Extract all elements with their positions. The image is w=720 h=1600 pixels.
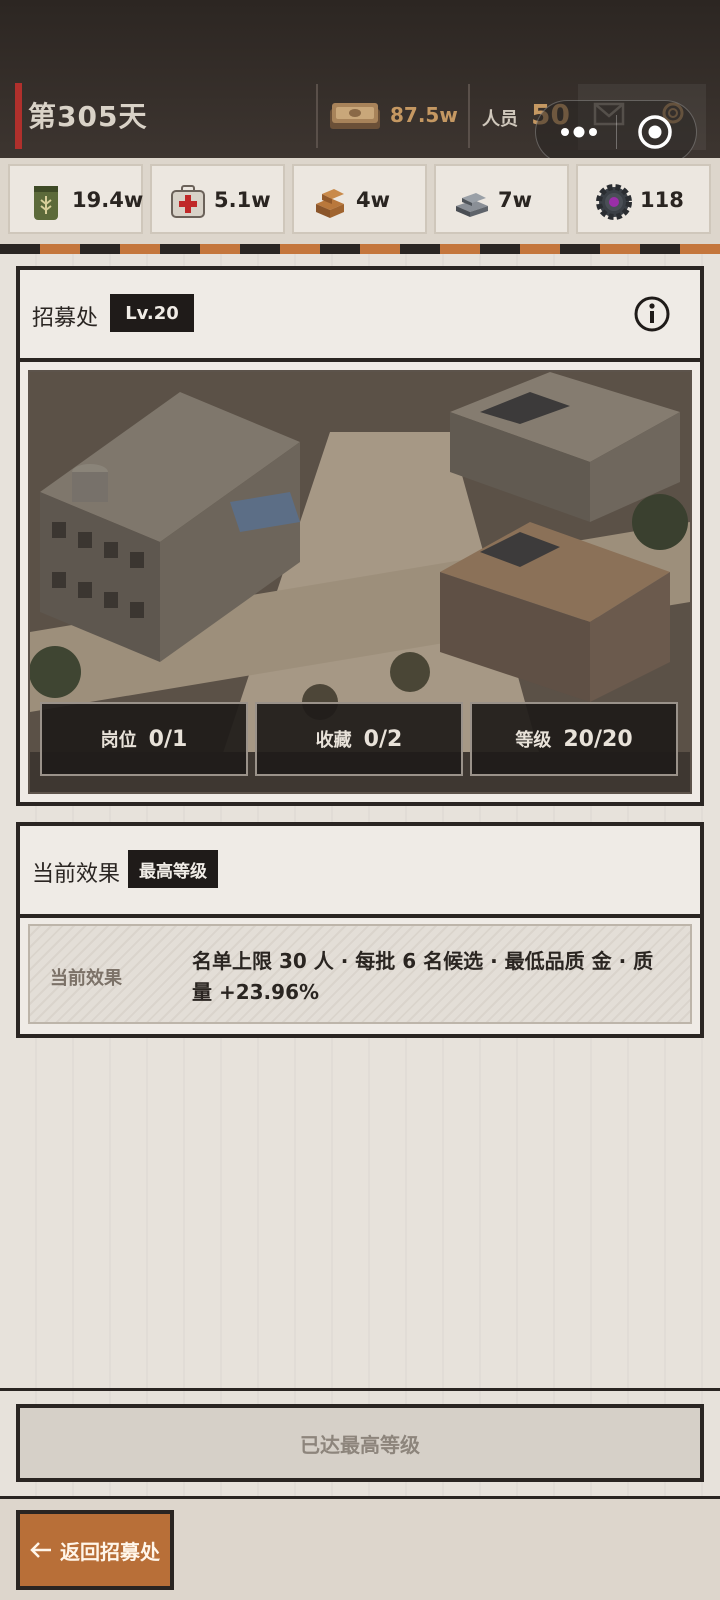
effect-detail-box: 当前效果 名单上限 30 人 · 每批 6 名候选 · 最低品质 金 · 质量 … (28, 924, 692, 1024)
top-status-bar: 第305天 87.5w 人员 50 (0, 0, 720, 164)
money-value: 87.5w (390, 103, 458, 127)
stat-value: 0/2 (363, 726, 403, 752)
day-accent-bar (15, 83, 22, 149)
wood-planks-icon (316, 189, 344, 218)
resource-steel[interactable]: 7w (434, 164, 569, 234)
grain-sack-icon (34, 186, 58, 220)
steel-ingots-icon (456, 193, 488, 217)
mini-program-capsule (535, 100, 697, 164)
resource-value: 7w (498, 188, 533, 212)
resource-parts[interactable]: 118 (576, 164, 711, 234)
day-counter: 第305天 (28, 100, 148, 133)
close-target-icon[interactable] (636, 113, 674, 151)
stat-label: 岗位 (100, 730, 137, 751)
more-dots-icon[interactable] (556, 119, 602, 145)
stat-value: 20/20 (563, 726, 633, 752)
gear-part-icon (596, 184, 632, 220)
resource-value: 19.4w (72, 188, 144, 212)
back-to-recruitment-button[interactable]: 返回招募处 (16, 1510, 174, 1590)
arrow-left-icon (30, 1542, 51, 1558)
resource-bar: 19.4w 5.1w 4w 7w 118 (0, 158, 720, 245)
effect-row-label: 当前效果 (50, 968, 122, 989)
medkit-icon (171, 185, 205, 218)
recruitment-building-illustration: 岗位 0/1 收藏 0/2 等级 20/20 (28, 370, 692, 794)
stat-label: 等级 (515, 730, 552, 751)
resource-medicine[interactable]: 5.1w (150, 164, 285, 234)
panel-title: 招募处 (32, 306, 99, 331)
back-button-label: 返回招募处 (60, 1539, 160, 1564)
stat-label: 收藏 (315, 730, 352, 751)
resource-value: 5.1w (214, 188, 271, 212)
stat-favorites: 收藏 0/2 (255, 702, 463, 776)
level-badge: Lv.20 (110, 294, 194, 332)
recruit-panel: 招募处 Lv.20 岗位 0/1 收藏 0/2 等级 20/20 (16, 266, 704, 806)
resource-value: 118 (640, 188, 684, 212)
max-level-badge: 最高等级 (128, 850, 218, 888)
resource-wood[interactable]: 4w (292, 164, 427, 234)
cash-stack-icon (330, 103, 380, 129)
stat-level: 等级 20/20 (470, 702, 678, 776)
recruit-panel-header: 招募处 Lv.20 (20, 270, 700, 362)
capsule-divider (616, 115, 617, 149)
effect-panel-title: 当前效果 (32, 862, 121, 887)
divider (0, 1388, 720, 1391)
resource-value: 4w (356, 188, 391, 212)
divider (316, 84, 318, 148)
effect-description: 名单上限 30 人 · 每批 6 名候选 · 最低品质 金 · 质量 +23.9… (192, 949, 654, 1004)
info-icon[interactable] (632, 294, 672, 334)
hazard-stripe (0, 244, 720, 254)
stat-value: 0/1 (148, 726, 188, 752)
effect-panel-header: 当前效果 最高等级 (20, 826, 700, 918)
divider (468, 84, 470, 148)
effect-panel: 当前效果 最高等级 当前效果 名单上限 30 人 · 每批 6 名候选 · 最低… (16, 822, 704, 1038)
stat-positions: 岗位 0/1 (40, 702, 248, 776)
staff-label: 人员 (482, 109, 518, 130)
resource-food[interactable]: 19.4w (8, 164, 143, 234)
max-level-button[interactable]: 已达最高等级 (16, 1404, 704, 1482)
